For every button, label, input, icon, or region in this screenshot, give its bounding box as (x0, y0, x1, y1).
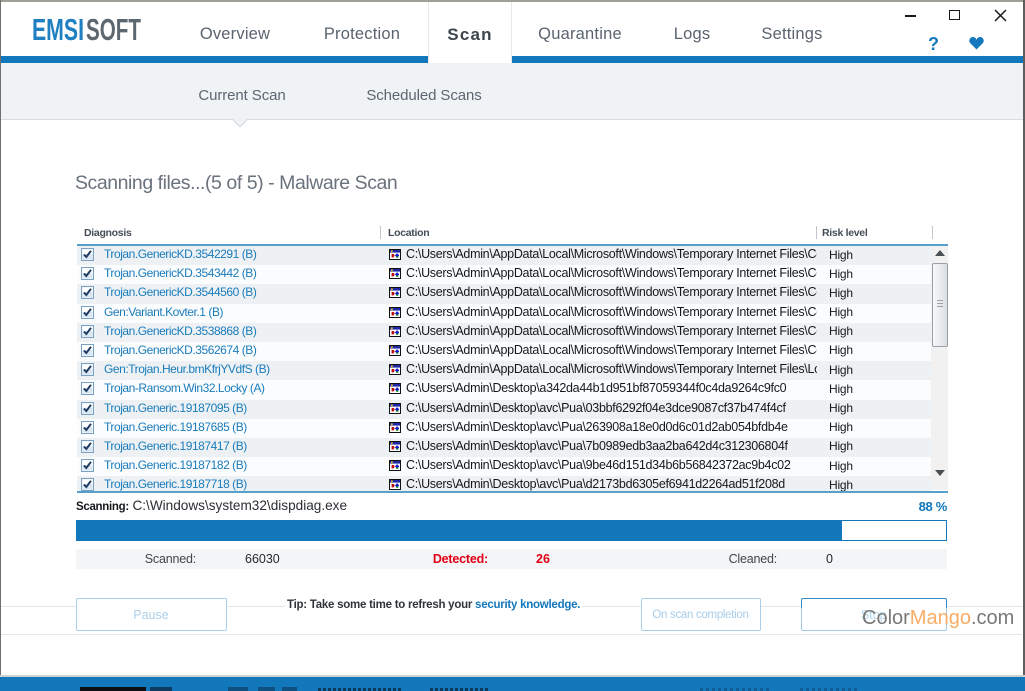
svg-text:SOFT: SOFT (86, 17, 141, 45)
svg-text:EMSI: EMSI (32, 17, 84, 45)
